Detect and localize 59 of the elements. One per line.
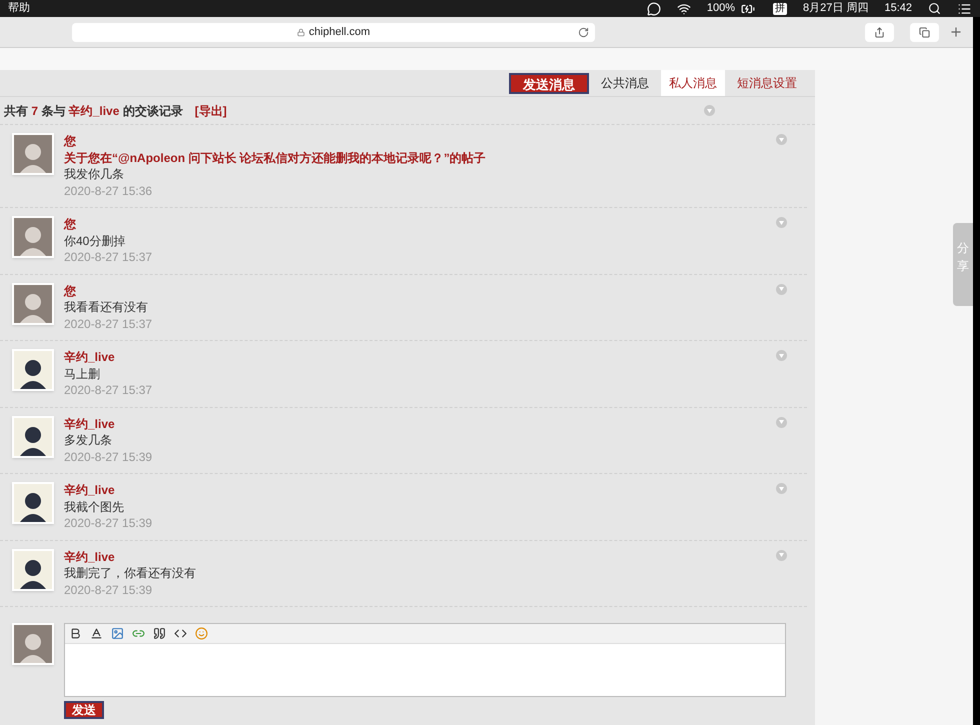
- message-time: 2020-8-27 15:39: [64, 515, 152, 532]
- message-text: 我删完了，你看还有没有: [64, 565, 196, 582]
- sender-name[interactable]: 辛约_live: [64, 416, 115, 432]
- avatar: [12, 548, 54, 590]
- avatar: [12, 623, 54, 665]
- message-text: 我发你几条: [64, 166, 124, 182]
- input-method-indicator[interactable]: 拼: [773, 2, 788, 14]
- sender-name[interactable]: 辛约_live: [64, 349, 115, 366]
- sender-name[interactable]: 辛约_live: [64, 482, 115, 498]
- message-time: 2020-8-27 15:37: [64, 249, 152, 266]
- message-time: 2020-8-27 15:39: [64, 448, 152, 465]
- avatar: [12, 482, 54, 524]
- sender-name[interactable]: 您: [64, 216, 76, 232]
- menu-clock[interactable]: 15:42: [884, 0, 912, 17]
- address-bar[interactable]: chiphell.com: [72, 22, 595, 42]
- thread-subject[interactable]: 关于您在“@nApoleon 问下站长 论坛私信对方还能删我的本地记录呢？”的帖子: [64, 150, 486, 166]
- lock-icon: [296, 28, 305, 36]
- code-icon[interactable]: [174, 627, 187, 640]
- battery-percent: 100%: [706, 1, 736, 16]
- message-time: 2020-8-27 15:39: [64, 582, 152, 598]
- message-time: 2020-8-27 15:37: [64, 382, 152, 398]
- message-text: 多发几条: [64, 432, 112, 448]
- settings-tab[interactable]: 短消息设置: [729, 70, 805, 96]
- menu-item[interactable]: 帮助: [8, 0, 30, 17]
- avatar: [12, 133, 54, 175]
- message-text: 我看看还有没有: [64, 299, 148, 316]
- share-icon[interactable]: [874, 26, 885, 38]
- tabs-icon[interactable]: [919, 26, 930, 38]
- bold-icon[interactable]: [69, 627, 82, 640]
- avatar: [12, 216, 54, 258]
- message-time: 2020-8-27 15:36: [64, 182, 152, 199]
- share-button[interactable]: [865, 22, 894, 42]
- wifi-icon[interactable]: [676, 2, 691, 16]
- message-time: 2020-8-27 15:37: [64, 316, 152, 332]
- message-tab[interactable]: 公共消息: [593, 70, 657, 96]
- message-text: 我截个图先: [64, 498, 124, 515]
- sender-name[interactable]: 辛约_live: [64, 548, 115, 565]
- avatar: [12, 416, 54, 458]
- font-color-icon[interactable]: [90, 627, 103, 640]
- quote-icon[interactable]: [153, 627, 166, 640]
- tabs-button[interactable]: [910, 22, 939, 42]
- sender-name[interactable]: 您: [64, 133, 76, 150]
- reload-icon[interactable]: [578, 26, 589, 38]
- search-icon[interactable]: [928, 2, 941, 15]
- export-link[interactable]: [导出]: [194, 102, 227, 120]
- sender-name[interactable]: 您: [64, 282, 76, 299]
- avatar: [12, 282, 54, 324]
- send-message-button[interactable]: 发送消息: [509, 72, 589, 94]
- send-button[interactable]: 发送: [64, 701, 104, 719]
- chat-icon[interactable]: [646, 2, 661, 16]
- message-text: 马上删: [64, 366, 100, 382]
- message-tab[interactable]: 私人消息: [661, 70, 725, 96]
- menu-date[interactable]: 8月27日 周四: [803, 0, 868, 17]
- conversation-summary: 共有 7 条与 辛约_live 的交谈记录: [4, 102, 183, 120]
- image-icon[interactable]: [111, 627, 124, 640]
- avatar: [12, 349, 54, 391]
- url-text: chiphell.com: [308, 24, 370, 40]
- message-text: 你40分删掉: [64, 232, 126, 249]
- list-icon[interactable]: [957, 2, 972, 16]
